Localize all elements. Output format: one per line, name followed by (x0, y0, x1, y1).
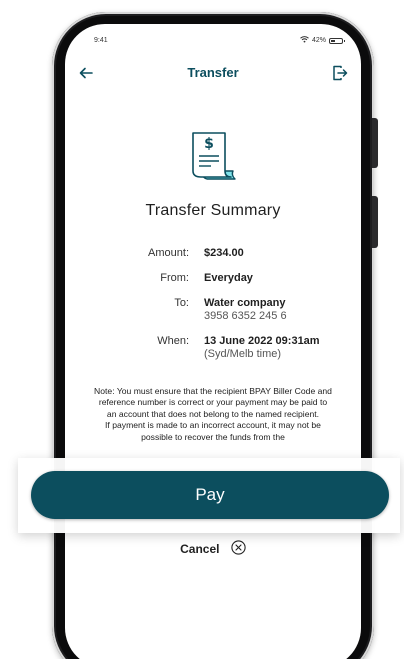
pay-button[interactable]: Pay (31, 471, 389, 519)
battery-icon (329, 37, 345, 44)
to-payee-number: 3958 6352 245 6 (204, 310, 287, 322)
note-paragraph: If payment is made to an incorrect accou… (105, 420, 321, 442)
app-stage: 9:41 42% Transfer $ Transfer Summary Amo… (0, 0, 404, 659)
detail-label: Amount: (148, 247, 189, 259)
summary-title: Transfer Summary (145, 202, 281, 219)
svg-text:$: $ (204, 136, 214, 152)
phone-power-button (372, 196, 378, 248)
detail-value: Water company 3958 6352 245 6 (204, 297, 287, 322)
battery-percent: 42% (311, 37, 326, 44)
close-circle-icon (231, 540, 246, 558)
status-indicators: 42% (300, 36, 345, 45)
cancel-label: Cancel (180, 542, 220, 557)
detail-label: When: (157, 335, 189, 347)
amount-value: $234.00 (204, 247, 244, 259)
battery-level-fill (331, 39, 336, 42)
cancel-button[interactable]: Cancel (65, 540, 361, 558)
logout-button[interactable] (331, 64, 349, 82)
page-title: Transfer (187, 65, 239, 80)
logout-icon (333, 65, 348, 81)
bpay-warning-note: Note: You must ensure that the recipient… (93, 386, 333, 443)
note-paragraph: Note: You must ensure that the recipient… (94, 386, 332, 419)
phone-volume-button (372, 118, 378, 168)
when-timezone: (Syd/Melb time) (204, 348, 282, 360)
detail-value: $234.00 (204, 247, 244, 259)
detail-label: To: (174, 297, 189, 309)
detail-value: Everyday (204, 272, 253, 284)
pay-label: Pay (195, 485, 225, 504)
detail-value: 13 June 2022 09:31am (Syd/Melb time) (204, 335, 320, 360)
phone-screen: 9:41 42% Transfer $ Transfer Summary Amo… (65, 24, 361, 659)
wifi-icon (300, 36, 309, 45)
status-time: 9:41 (94, 37, 108, 44)
detail-label: From: (160, 272, 189, 284)
receipt-dollar-icon: $ (189, 129, 237, 181)
to-payee-value: Water company (204, 297, 286, 309)
from-account-value: Everyday (204, 272, 253, 284)
when-value: 13 June 2022 09:31am (204, 335, 320, 347)
